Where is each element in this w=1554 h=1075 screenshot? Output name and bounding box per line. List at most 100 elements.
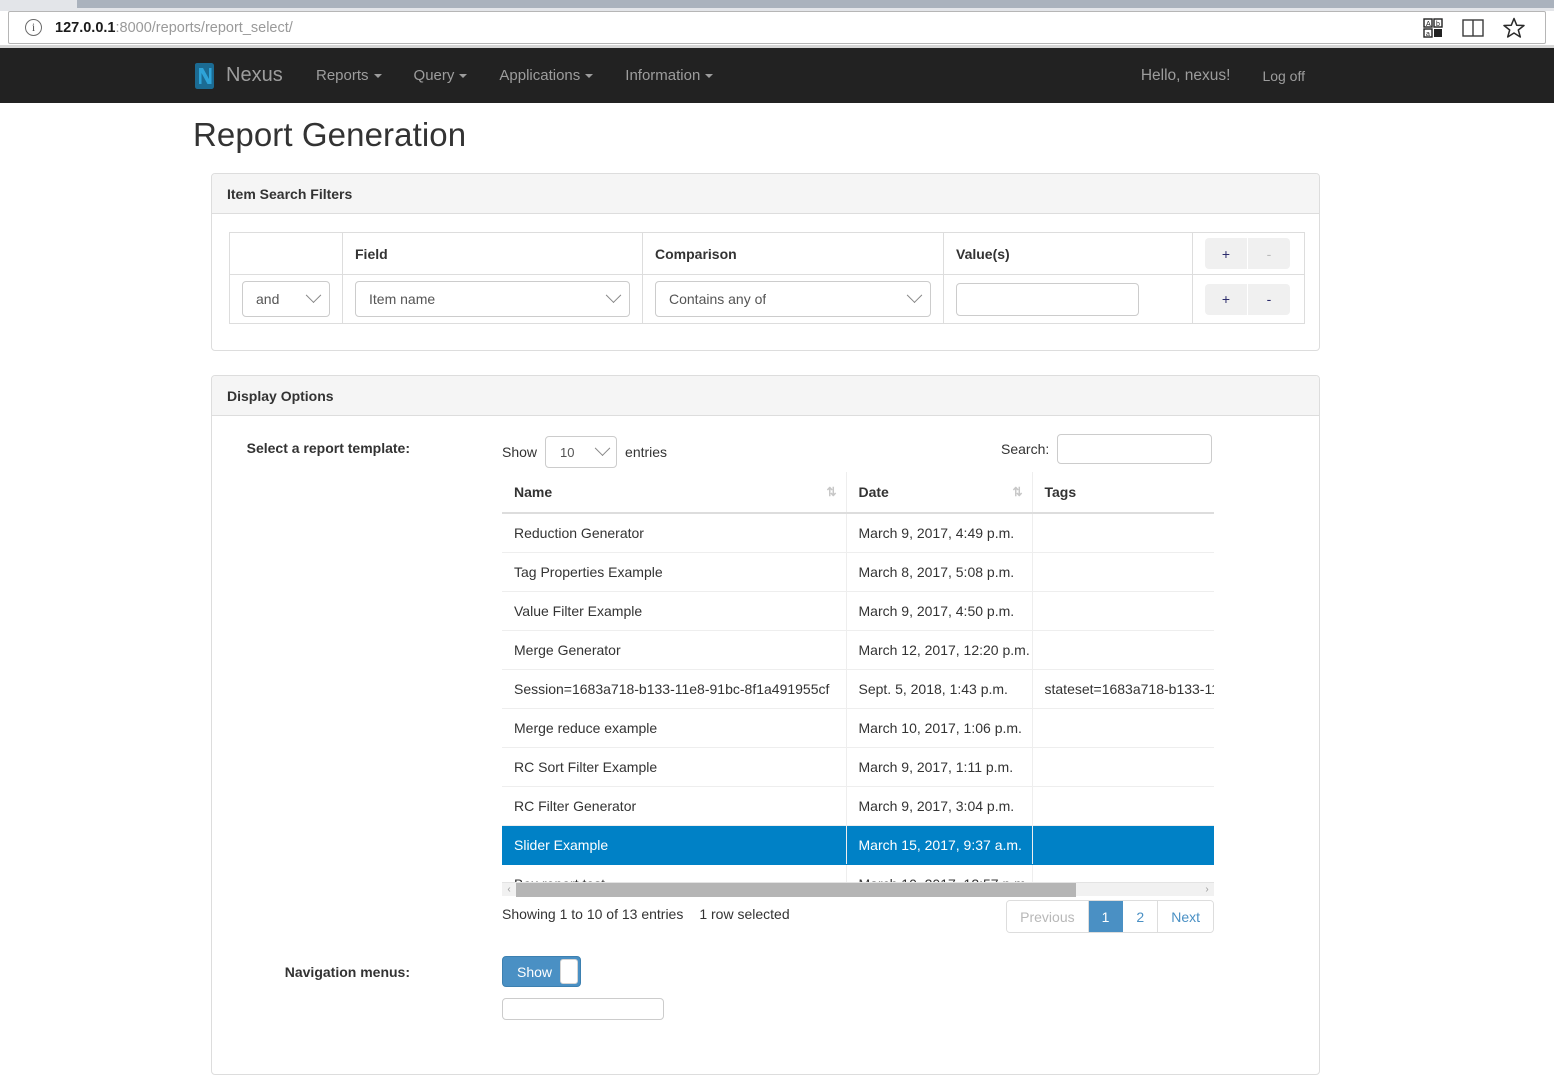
table-cell-tags — [1032, 825, 1214, 865]
column-header-name[interactable]: Name ⇅ — [502, 472, 847, 514]
favorite-star-icon[interactable] — [1503, 17, 1525, 39]
address-bar-actions: A b a — [1423, 17, 1525, 39]
chevron-down-icon — [605, 286, 622, 303]
nav-item-information-label: Information — [625, 67, 701, 84]
pagination-page-1[interactable]: 1 — [1088, 901, 1124, 932]
nav-item-information[interactable]: Information — [609, 48, 729, 103]
logoff-link[interactable]: Log off — [1246, 68, 1321, 84]
filter-join-cell: and — [229, 274, 343, 324]
entries-per-page-value: 10 — [560, 444, 575, 460]
table-row[interactable]: Merge reduce example March 10, 2017, 1:06… — [502, 708, 1214, 748]
filter-value-input[interactable] — [956, 282, 1139, 316]
filters-col-actions: + - — [1192, 232, 1305, 275]
table-cell-tags — [1032, 513, 1214, 553]
table-cell-date: March 9, 2017, 4:50 p.m. — [846, 591, 1033, 631]
table-cell-name: RC Sort Filter Example — [502, 747, 847, 787]
column-header-tags[interactable]: Tags — [1032, 472, 1214, 514]
table-cell-date: March 15, 2017, 9:37 a.m. — [846, 825, 1033, 865]
reading-view-icon[interactable] — [1462, 18, 1484, 37]
filter-field-value: Item name — [369, 291, 436, 307]
column-header-date-label: Date — [858, 484, 889, 500]
table-row[interactable]: Slider Example March 15, 2017, 9:37 a.m. — [502, 825, 1214, 865]
table-search-control: Search: — [1001, 434, 1213, 464]
chevron-down-icon — [373, 73, 382, 78]
pagination-page-2[interactable]: 2 — [1123, 901, 1159, 932]
nav-item-applications[interactable]: Applications — [483, 48, 609, 103]
report-templates-table-container: Name ⇅ Date ⇅ Tags Reduction Generator Ma… — [502, 472, 1214, 882]
remove-filter-button-header: - — [1248, 238, 1290, 269]
table-cell-tags — [1032, 630, 1214, 670]
filter-field-select[interactable]: Item name — [355, 281, 630, 317]
filters-col-values: Value(s) — [943, 232, 1193, 275]
table-row[interactable]: Tag Properties Example March 8, 2017, 5:0… — [502, 552, 1214, 592]
nav-item-reports[interactable]: Reports — [300, 48, 398, 103]
add-filter-button[interactable]: + — [1205, 283, 1247, 315]
user-greeting: Hello, nexus! — [1140, 66, 1231, 84]
filter-field-cell: Item name — [342, 274, 643, 324]
filters-header-buttons: + - — [1205, 238, 1292, 269]
table-row[interactable]: RC Filter Generator March 9, 2017, 3:04 p… — [502, 786, 1214, 826]
chevron-down-icon — [305, 286, 322, 303]
navigation-menus-toggle[interactable]: Show — [502, 956, 581, 987]
filters-panel-title: Item Search Filters — [212, 174, 1319, 214]
filter-comparison-value: Contains any of — [669, 291, 767, 307]
navbar-user-area: Hello, nexus! Log off — [1125, 48, 1321, 103]
pagination-next[interactable]: Next — [1158, 901, 1213, 932]
table-cell-name: Value Filter Example — [502, 591, 847, 631]
chevron-down-icon — [459, 73, 468, 78]
partially-visible-control[interactable] — [502, 998, 664, 1020]
table-cell-name: Box report test — [502, 864, 847, 882]
filters-header-row: Field Comparison Value(s) + - — [229, 232, 1305, 275]
table-row[interactable]: Reduction Generator March 9, 2017, 4:49 p… — [502, 513, 1214, 553]
table-body: Reduction Generator March 9, 2017, 4:49 p… — [502, 513, 1214, 882]
scroll-left-icon[interactable]: ‹ — [502, 884, 516, 895]
table-row[interactable]: Session=1683a718-b133-11e8-91bc-8f1a4919… — [502, 669, 1214, 709]
table-row[interactable]: Value Filter Example March 9, 2017, 4:50 … — [502, 591, 1214, 631]
navbar-menu: Reports Query Applications Information — [300, 48, 729, 103]
table-cell-date: March 9, 2017, 4:49 p.m. — [846, 513, 1033, 553]
filter-row-buttons: + - — [1205, 283, 1292, 315]
table-entries-info: Showing 1 to 10 of 13 entries — [502, 906, 684, 922]
table-row[interactable]: Merge Generator March 12, 2017, 12:20 p.m… — [502, 630, 1214, 670]
table-cell-name: Session=1683a718-b133-11e8-91bc-8f1a4919… — [502, 669, 847, 709]
filters-col-comparison: Comparison — [642, 232, 944, 275]
filter-value-cell — [943, 274, 1193, 324]
translate-icon[interactable]: A b a — [1423, 17, 1443, 38]
search-label: Search: — [1001, 441, 1050, 457]
scrollbar-track[interactable] — [516, 882, 1200, 897]
nav-item-query[interactable]: Query — [398, 48, 484, 103]
scrollbar-thumb[interactable] — [516, 882, 1076, 897]
filter-comparison-select[interactable]: Contains any of — [655, 281, 931, 317]
address-bar[interactable]: i 127.0.0.1:8000/reports/report_select/ … — [8, 11, 1546, 44]
table-cell-tags — [1032, 864, 1214, 882]
add-filter-button-header[interactable]: + — [1205, 238, 1247, 269]
sort-icon: ⇅ — [826, 485, 836, 499]
entries-per-page-select[interactable]: 10 — [545, 436, 618, 468]
chevron-down-icon — [594, 439, 611, 456]
chevron-down-icon — [705, 73, 714, 78]
table-info: Showing 1 to 10 of 13 entries 1 row sele… — [502, 906, 790, 922]
table-horizontal-scrollbar[interactable]: ‹ › — [502, 882, 1214, 897]
table-cell-name: RC Filter Generator — [502, 786, 847, 826]
table-row[interactable]: RC Sort Filter Example March 9, 2017, 1:1… — [502, 747, 1214, 787]
info-icon[interactable]: i — [25, 19, 42, 36]
table-cell-date: Sept. 5, 2018, 1:43 p.m. — [846, 669, 1033, 709]
toggle-knob — [560, 959, 578, 984]
search-input[interactable] — [1057, 434, 1213, 464]
remove-filter-button[interactable]: - — [1248, 283, 1290, 315]
table-cell-tags — [1032, 591, 1214, 631]
scroll-right-icon[interactable]: › — [1200, 884, 1214, 895]
filter-join-select[interactable]: and — [242, 281, 330, 317]
table-cell-name: Merge Generator — [502, 630, 847, 670]
sort-icon: ⇅ — [1012, 485, 1022, 499]
brand-nexus[interactable]: Nexus — [193, 48, 283, 103]
table-cell-name: Merge reduce example — [502, 708, 847, 748]
table-cell-date: March 10, 2017, 12:57 p.m. — [846, 864, 1033, 882]
filter-comparison-cell: Contains any of — [642, 274, 944, 324]
table-cell-date: March 9, 2017, 1:11 p.m. — [846, 747, 1033, 787]
column-header-name-label: Name — [514, 484, 553, 500]
table-row[interactable]: Box report testMarch 10, 2017, 12:57 p.m… — [502, 864, 1214, 882]
browser-tabstrip — [77, 0, 1554, 8]
report-templates-table: Name ⇅ Date ⇅ Tags Reduction Generator Ma… — [502, 472, 1214, 882]
column-header-date[interactable]: Date ⇅ — [846, 472, 1033, 514]
